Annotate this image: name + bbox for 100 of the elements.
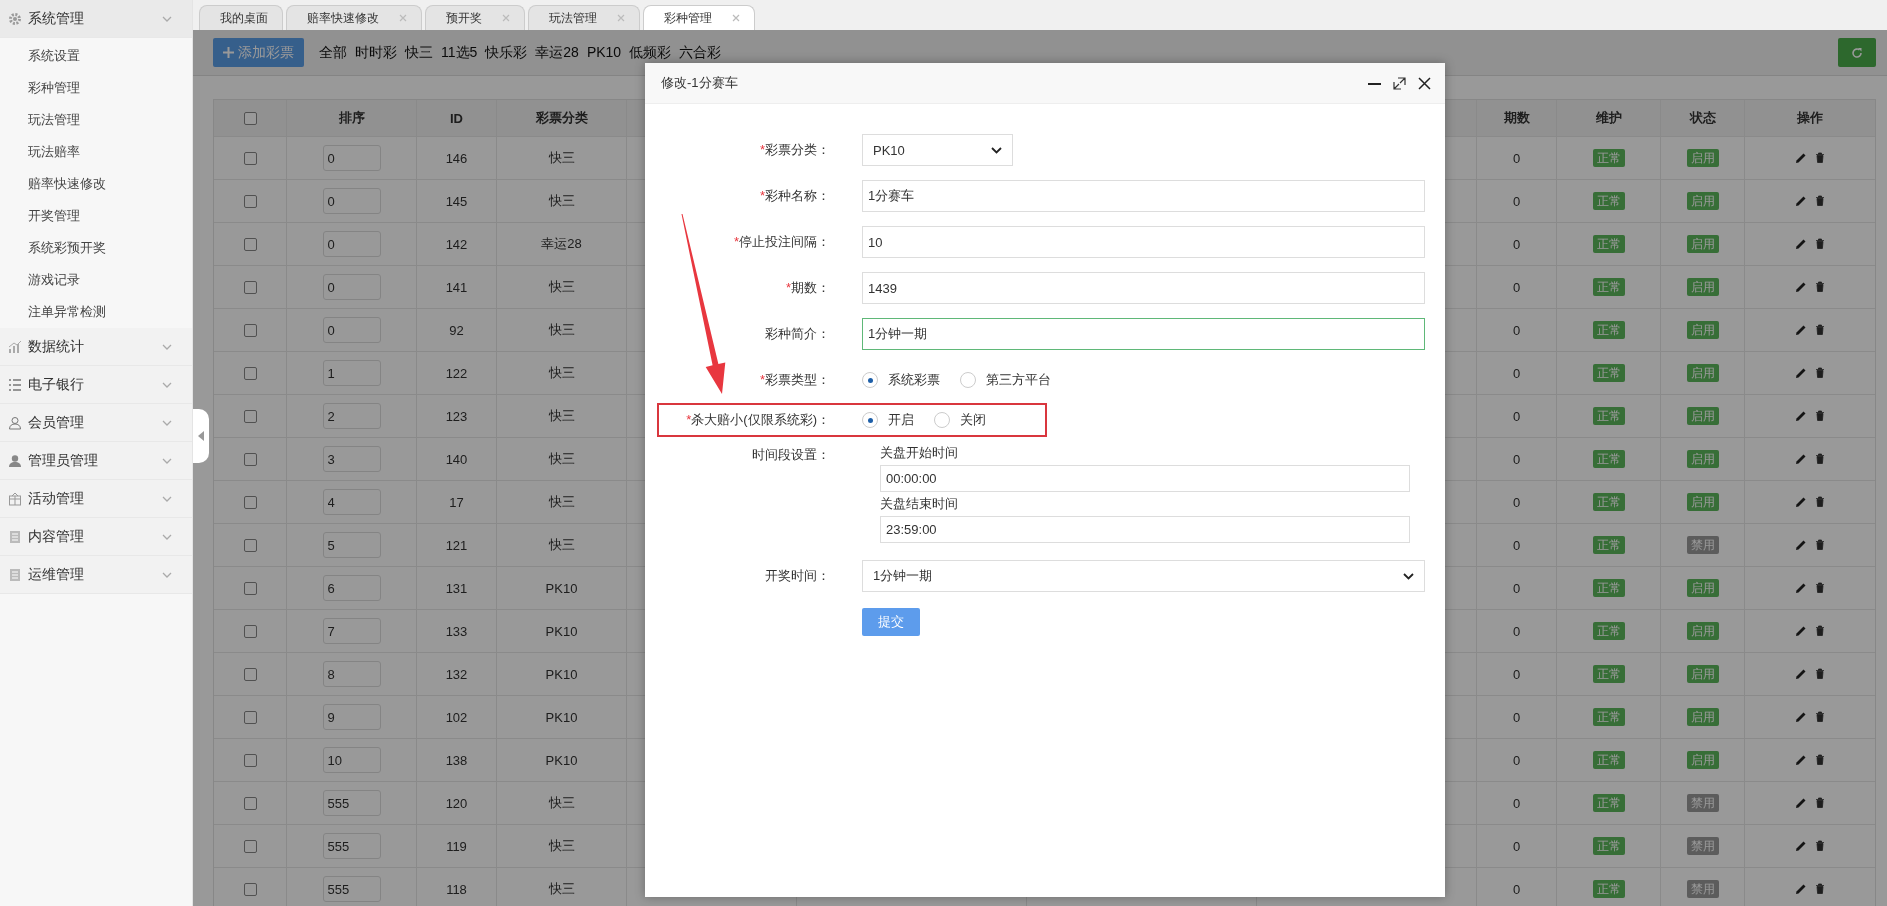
order-field[interactable]: 7	[322, 618, 381, 644]
radio-button[interactable]	[862, 412, 878, 428]
trash-icon[interactable]	[1815, 625, 1825, 637]
filter-link[interactable]: 11选5	[441, 43, 478, 62]
text-field[interactable]: 1分赛车	[862, 180, 1425, 212]
checkbox[interactable]	[243, 366, 257, 380]
order-field[interactable]: 5	[322, 532, 381, 558]
checkbox[interactable]	[243, 839, 257, 853]
menu-item[interactable]: 赔率快速修改	[0, 168, 192, 200]
checkbox[interactable]	[243, 237, 257, 251]
radio-option[interactable]: 第三方平台	[960, 371, 1051, 389]
order-field[interactable]: 4	[322, 489, 381, 515]
edit-icon[interactable]	[1795, 797, 1807, 809]
radio-option[interactable]: 系统彩票	[862, 371, 940, 389]
menu-group[interactable]: 活动管理	[0, 480, 192, 518]
trash-icon[interactable]	[1815, 496, 1825, 508]
checkbox[interactable]	[243, 194, 257, 208]
radio-option[interactable]: 关闭	[934, 411, 986, 429]
collapse-handle[interactable]	[193, 409, 209, 463]
tab[interactable]: 玩法管理	[528, 5, 640, 30]
radio-option[interactable]: 开启	[862, 411, 914, 429]
checkbox[interactable]	[243, 151, 257, 165]
menu-group[interactable]: 数据统计	[0, 328, 192, 366]
order-field[interactable]: 0	[322, 145, 381, 171]
trash-icon[interactable]	[1815, 754, 1825, 766]
menu-item[interactable]: 游戏记录	[0, 264, 192, 296]
filter-link[interactable]: 时时彩	[355, 43, 397, 62]
menu-item[interactable]: 玩法赔率	[0, 136, 192, 168]
filter-link[interactable]: PK10	[586, 43, 622, 62]
text-field[interactable]: 1分钟一期	[862, 318, 1425, 350]
trash-icon[interactable]	[1815, 883, 1825, 895]
trash-icon[interactable]	[1815, 797, 1825, 809]
menu-group[interactable]: 运维管理	[0, 556, 192, 594]
text-field[interactable]: 1439	[862, 272, 1425, 304]
tab[interactable]: 预开奖	[425, 5, 525, 30]
order-field[interactable]: 0	[322, 188, 381, 214]
order-field[interactable]: 555	[322, 833, 381, 859]
checkbox[interactable]	[243, 495, 257, 509]
trash-icon[interactable]	[1815, 195, 1825, 207]
trash-icon[interactable]	[1815, 711, 1825, 723]
order-field[interactable]: 0	[322, 317, 381, 343]
trash-icon[interactable]	[1815, 410, 1825, 422]
checkbox[interactable]	[243, 538, 257, 552]
filter-link[interactable]: 低频彩	[629, 43, 672, 62]
edit-icon[interactable]	[1795, 668, 1807, 680]
checkbox[interactable]	[243, 452, 257, 466]
select-field[interactable]: PK10	[862, 134, 1013, 166]
menu-item[interactable]: 注单异常检测	[0, 296, 192, 328]
menu-group[interactable]: 电子银行	[0, 366, 192, 404]
edit-icon[interactable]	[1795, 711, 1807, 723]
order-field[interactable]: 555	[322, 876, 381, 902]
checkbox[interactable]	[243, 710, 257, 724]
order-field[interactable]: 10	[322, 747, 381, 773]
trash-icon[interactable]	[1815, 281, 1825, 293]
edit-icon[interactable]	[1795, 281, 1807, 293]
edit-icon[interactable]	[1795, 324, 1807, 336]
edit-icon[interactable]	[1795, 625, 1807, 637]
tab[interactable]: 赔率快速修改	[286, 5, 422, 30]
close-icon[interactable]	[1418, 76, 1431, 90]
order-field[interactable]: 0	[322, 231, 381, 257]
edit-icon[interactable]	[1795, 883, 1807, 895]
trash-icon[interactable]	[1815, 367, 1825, 379]
menu-group[interactable]: 内容管理	[0, 518, 192, 556]
menu-group[interactable]: 会员管理	[0, 404, 192, 442]
menu-group[interactable]: 管理员管理	[0, 442, 192, 480]
checkbox[interactable]	[243, 667, 257, 681]
time-field[interactable]: 23:59:00	[880, 516, 1410, 543]
checkbox[interactable]	[243, 111, 257, 125]
edit-icon[interactable]	[1795, 195, 1807, 207]
filter-link[interactable]: 六合彩	[679, 43, 722, 62]
order-field[interactable]: 6	[322, 575, 381, 601]
order-field[interactable]: 1	[322, 360, 381, 386]
maximize-icon[interactable]	[1393, 76, 1406, 90]
radio-button[interactable]	[862, 372, 878, 388]
checkbox[interactable]	[243, 323, 257, 337]
tab[interactable]: 彩种管理	[643, 5, 755, 30]
order-field[interactable]: 2	[322, 403, 381, 429]
trash-icon[interactable]	[1815, 668, 1825, 680]
order-field[interactable]: 9	[322, 704, 381, 730]
radio-button[interactable]	[960, 372, 976, 388]
menu-item[interactable]: 系统彩预开奖	[0, 232, 192, 264]
edit-icon[interactable]	[1795, 152, 1807, 164]
edit-icon[interactable]	[1795, 453, 1807, 465]
menu-item[interactable]: 玩法管理	[0, 104, 192, 136]
text-field[interactable]: 10	[862, 226, 1425, 258]
radio-button[interactable]	[934, 412, 950, 428]
order-field[interactable]: 3	[322, 446, 381, 472]
edit-icon[interactable]	[1795, 496, 1807, 508]
filter-link[interactable]: 全部	[319, 43, 347, 62]
checkbox[interactable]	[243, 581, 257, 595]
order-field[interactable]: 555	[322, 790, 381, 816]
checkbox[interactable]	[243, 882, 257, 896]
edit-icon[interactable]	[1795, 754, 1807, 766]
trash-icon[interactable]	[1815, 539, 1825, 551]
checkbox[interactable]	[243, 624, 257, 638]
trash-icon[interactable]	[1815, 324, 1825, 336]
trash-icon[interactable]	[1815, 238, 1825, 250]
filter-link[interactable]: 快乐彩	[485, 43, 528, 62]
menu-item[interactable]: 彩种管理	[0, 72, 192, 104]
select-field[interactable]: 1分钟一期	[862, 560, 1425, 592]
